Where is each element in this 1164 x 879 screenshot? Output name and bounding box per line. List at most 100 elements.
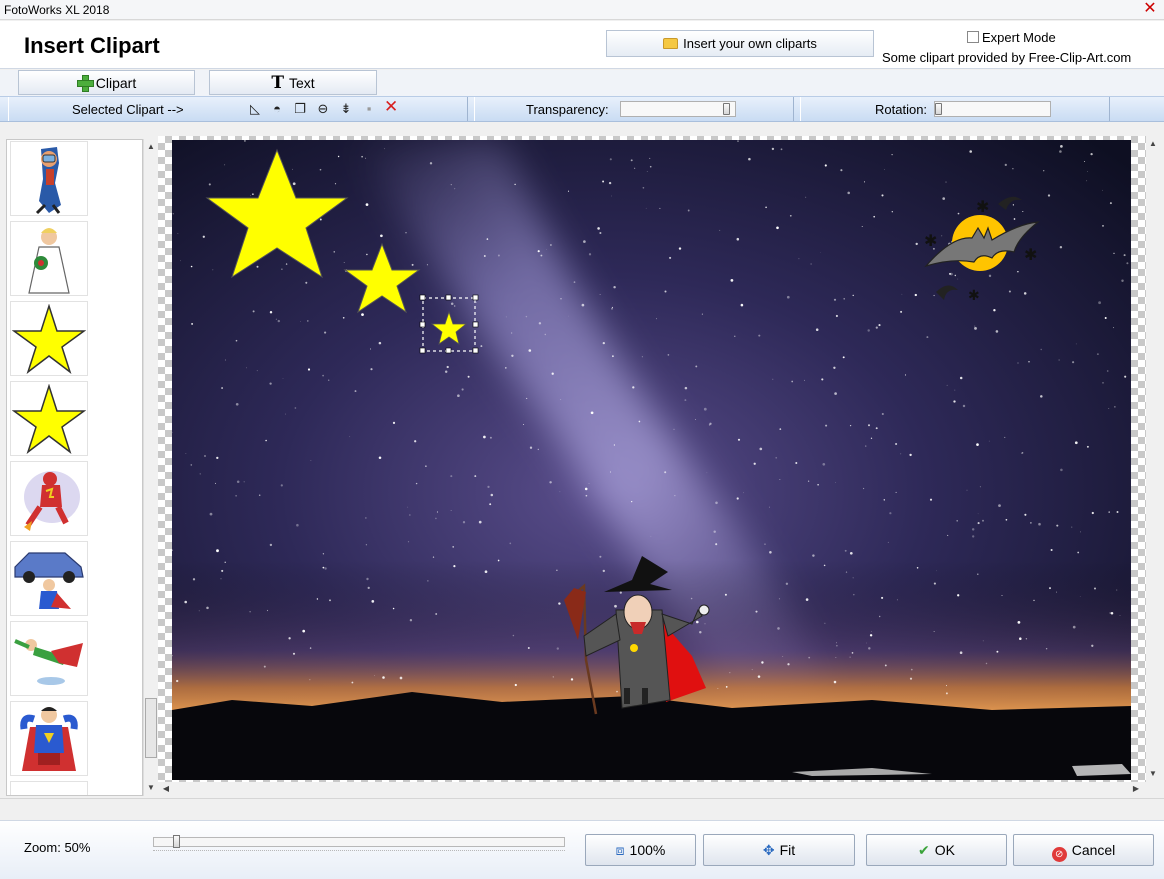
rotation-slider-thumb[interactable] bbox=[935, 103, 942, 115]
flip-horizontal-icon[interactable]: ◺ bbox=[248, 102, 262, 116]
list-item[interactable] bbox=[10, 541, 88, 616]
copy-icon[interactable]: ❐ bbox=[293, 102, 307, 116]
star-dot bbox=[1059, 245, 1063, 249]
scroll-up-icon[interactable]: ▲ bbox=[1148, 138, 1158, 150]
zoom-slider-thumb[interactable] bbox=[173, 835, 180, 848]
star-dot bbox=[602, 180, 605, 183]
star-dot bbox=[236, 480, 240, 483]
star-dot bbox=[212, 269, 214, 271]
star-dot bbox=[511, 332, 513, 334]
star-dot bbox=[782, 656, 784, 657]
star-dot bbox=[869, 634, 873, 637]
scroll-left-icon[interactable]: ◀ bbox=[160, 783, 172, 795]
star-dot bbox=[684, 399, 687, 402]
delete-icon[interactable]: ✕ bbox=[384, 98, 398, 115]
list-item[interactable] bbox=[10, 221, 88, 296]
star-dot bbox=[275, 318, 278, 320]
zoom-slider[interactable] bbox=[153, 837, 565, 847]
star-dot bbox=[277, 319, 280, 323]
expert-mode-checkbox[interactable]: Expert Mode bbox=[967, 30, 1056, 45]
star-dot bbox=[753, 462, 756, 465]
clipart-list[interactable] bbox=[6, 139, 143, 796]
star-dot bbox=[725, 686, 728, 688]
star-dot bbox=[969, 150, 972, 153]
star-dot bbox=[409, 514, 411, 516]
star-dot bbox=[959, 376, 963, 380]
list-item[interactable] bbox=[10, 621, 88, 696]
scroll-down-icon[interactable]: ▼ bbox=[146, 782, 156, 794]
star-dot bbox=[258, 494, 261, 496]
star-dot bbox=[599, 555, 602, 558]
insert-own-cliparts-button[interactable]: Insert your own cliparts bbox=[606, 30, 874, 57]
scroll-down-icon[interactable]: ▼ bbox=[1148, 768, 1158, 780]
star-dot bbox=[901, 293, 903, 295]
star-dot bbox=[985, 662, 988, 665]
star-dot bbox=[545, 249, 547, 250]
layer-icon[interactable]: ▪ bbox=[362, 102, 376, 116]
transparency-label: Transparency: bbox=[526, 102, 609, 117]
star-dot bbox=[825, 424, 828, 427]
list-item[interactable] bbox=[10, 461, 88, 536]
star-dot bbox=[910, 668, 913, 671]
star-dot bbox=[945, 181, 947, 183]
list-item[interactable] bbox=[10, 301, 88, 376]
list-item[interactable] bbox=[10, 381, 88, 456]
star-dot bbox=[525, 315, 528, 318]
star-dot bbox=[361, 313, 364, 316]
transparency-slider[interactable] bbox=[620, 101, 736, 117]
transparency-slider-thumb[interactable] bbox=[723, 103, 730, 115]
cancel-icon: ⊘ bbox=[1051, 847, 1067, 862]
star-dot bbox=[729, 671, 731, 674]
scroll-up-icon[interactable]: ▲ bbox=[146, 141, 156, 153]
clipart-list-scrollbar[interactable]: ▲ ▼ bbox=[143, 139, 157, 796]
tab-clipart-label: Clipart bbox=[95, 75, 137, 91]
star-dot bbox=[751, 669, 753, 671]
superhero-icon bbox=[24, 470, 80, 531]
scroll-right-icon[interactable]: ▶ bbox=[1130, 783, 1142, 795]
ok-button[interactable]: ✔ OK bbox=[866, 834, 1007, 866]
star-dot bbox=[378, 456, 382, 459]
star-dot bbox=[415, 482, 418, 485]
star-dot bbox=[1024, 513, 1027, 516]
scuba-diver-icon bbox=[35, 146, 61, 214]
close-icon[interactable]: ✕ bbox=[1142, 1, 1158, 17]
list-item[interactable] bbox=[10, 701, 88, 776]
fit-button[interactable]: ✥ Fit bbox=[703, 834, 855, 866]
star-dot bbox=[889, 512, 892, 515]
expert-mode-label: Expert Mode bbox=[982, 30, 1056, 45]
star-dot bbox=[461, 388, 464, 391]
star-dot bbox=[324, 331, 327, 334]
rotation-slider[interactable] bbox=[934, 101, 1051, 117]
star-dot bbox=[870, 437, 873, 439]
canvas-horizontal-scrollbar[interactable]: ◀ ▶ bbox=[158, 782, 1146, 796]
star-dot bbox=[835, 657, 837, 658]
bring-forward-icon[interactable]: ⊖ bbox=[316, 102, 330, 116]
star-dot bbox=[1038, 522, 1041, 526]
star-dot bbox=[768, 506, 770, 508]
star-dot bbox=[891, 211, 893, 213]
star-dot bbox=[529, 446, 533, 449]
tab-clipart[interactable]: Clipart bbox=[18, 70, 195, 95]
photo-canvas[interactable]: ✱ ✱ ✱ ✱ bbox=[172, 140, 1131, 780]
star-dot bbox=[457, 394, 460, 398]
star-dot bbox=[1109, 612, 1111, 614]
clipart-list-scroll-thumb[interactable] bbox=[145, 698, 157, 758]
star-dot bbox=[810, 263, 812, 265]
star-dot bbox=[414, 440, 417, 443]
star-dot bbox=[588, 483, 590, 485]
canvas-vertical-scrollbar[interactable]: ▲ ▼ bbox=[1146, 136, 1160, 782]
checkbox-icon[interactable] bbox=[967, 31, 979, 43]
star-dot bbox=[584, 487, 588, 491]
cancel-button[interactable]: ⊘ Cancel bbox=[1013, 834, 1154, 866]
zoom-100-button[interactable]: ⧈ 100% bbox=[585, 834, 696, 866]
list-item[interactable] bbox=[10, 141, 88, 216]
send-backward-icon[interactable]: ⇟ bbox=[339, 102, 353, 116]
clipart-credit-text: Some clipart provided by Free-Clip-Art.c… bbox=[882, 50, 1132, 65]
list-item[interactable] bbox=[10, 781, 88, 795]
flip-vertical-icon[interactable]: ◓ bbox=[270, 102, 284, 116]
tab-text[interactable]: T Text bbox=[209, 70, 377, 95]
star-dot bbox=[664, 471, 667, 474]
star-dot bbox=[552, 676, 554, 678]
star-dot bbox=[281, 268, 283, 270]
star-dot bbox=[411, 263, 414, 266]
